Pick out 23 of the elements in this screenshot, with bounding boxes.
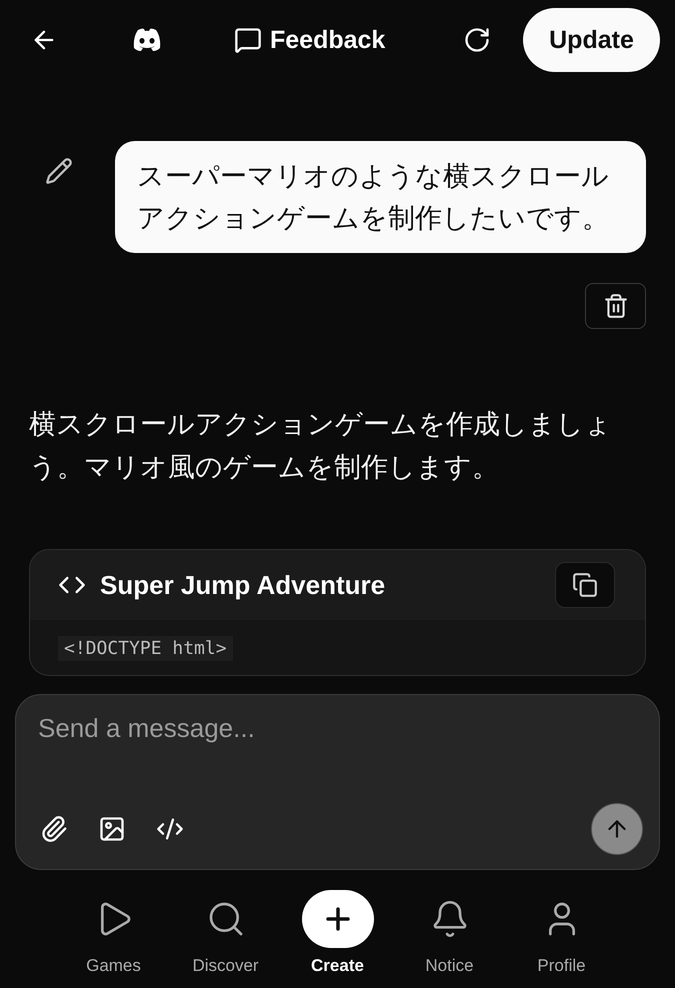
nav-tab[interactable]: Create	[282, 890, 394, 988]
send-button[interactable]	[591, 803, 643, 855]
update-button[interactable]: Update	[523, 8, 660, 72]
user-message: スーパーマリオのような横スクロールアクションゲームを制作したいです。	[115, 141, 646, 253]
message-input[interactable]: Send a message...	[38, 713, 643, 744]
nav-tab[interactable]: Notice	[394, 890, 506, 988]
pencil-icon	[45, 157, 73, 185]
refresh-icon	[463, 26, 491, 54]
feedback-button[interactable]: Feedback	[234, 26, 386, 54]
nav-tab[interactable]: Discover	[170, 890, 282, 988]
assistant-message: 横スクロールアクションゲームを作成しましょう。マリオ風のゲームを制作します。	[29, 408, 613, 484]
nav-tab[interactable]: Games	[58, 890, 170, 988]
code-title: Super Jump Adventure	[100, 570, 386, 600]
trash-icon	[602, 293, 628, 319]
delete-button[interactable]	[585, 283, 646, 329]
edit-button[interactable]	[43, 155, 75, 187]
logo-icon[interactable]	[132, 28, 162, 52]
speech-bubble-icon	[234, 26, 262, 54]
copy-button[interactable]	[555, 562, 615, 608]
copy-icon	[572, 572, 598, 598]
paperclip-icon	[40, 815, 68, 843]
image-icon	[98, 815, 126, 843]
nav-tab[interactable]: Profile	[506, 890, 618, 988]
